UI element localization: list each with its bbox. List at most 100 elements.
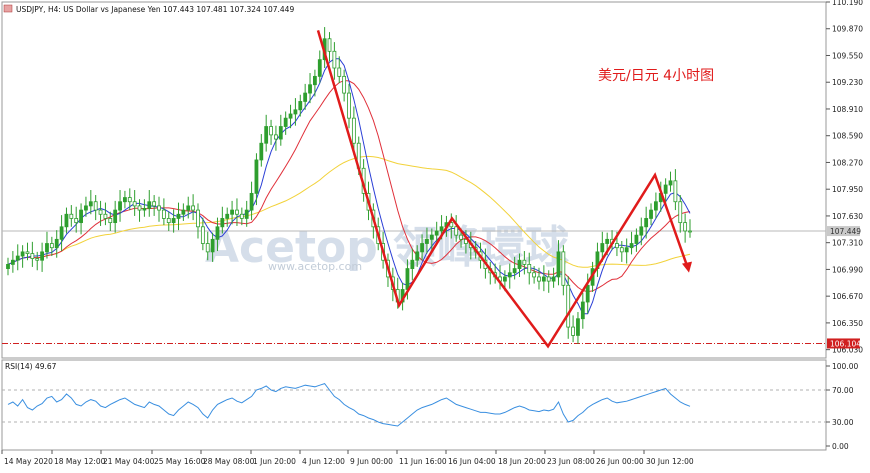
candle-body — [181, 209, 186, 215]
candle-body — [571, 326, 575, 336]
candle-body — [191, 205, 196, 211]
candle-body — [30, 253, 35, 259]
candle-body — [45, 243, 49, 253]
candle-body — [200, 226, 205, 244]
time-tick-label: 16 Jun 04:00 — [448, 457, 496, 466]
price-tick-label: 106.350 — [832, 319, 863, 328]
candle-body — [69, 213, 74, 219]
candle-body — [220, 218, 225, 228]
candle-body — [654, 201, 658, 211]
price-tick-label: 106.990 — [832, 265, 863, 274]
candle-body — [152, 201, 157, 207]
candle-body — [196, 209, 200, 228]
time-tick-label: 18 May 12:00 — [54, 457, 106, 466]
candle-body — [176, 213, 181, 219]
candle-body — [147, 201, 152, 209]
candle-body — [347, 92, 351, 119]
candle-body — [561, 251, 566, 286]
price-axis: 110.190 109.870 109.550 109.230 108.910 108.5… — [826, 0, 863, 355]
candle-body — [127, 197, 132, 203]
rsi-tick-label: 70.00 — [832, 386, 854, 395]
rsi-label: RSI(14) 49.67 — [5, 362, 57, 371]
candle-body — [161, 209, 166, 219]
symbol-header: USDJPY, H4: US Dollar vs Japanese Yen 10… — [16, 5, 294, 14]
watermark-url: www.acetop.com — [268, 260, 362, 273]
candle-body — [415, 251, 420, 261]
support-price-label: 106.104 — [830, 339, 861, 348]
candle-body — [298, 101, 303, 111]
price-pane — [1, 1, 827, 359]
rsi-tick-label: 0.00 — [832, 442, 849, 451]
rsi-tick-label: 100.00 — [832, 362, 858, 371]
time-tick-label: 4 Jun 12:00 — [302, 457, 345, 466]
candle-body — [410, 259, 415, 269]
price-tick-label: 109.230 — [832, 78, 863, 87]
candle-body — [619, 247, 624, 253]
candle-body — [405, 268, 410, 290]
candle-body — [537, 276, 541, 282]
candle-body — [118, 201, 122, 211]
candle-body — [274, 134, 278, 140]
candle-body — [663, 184, 668, 194]
chart-svg: 110.190 109.870 109.550 109.230 108.910 108.5… — [1, 0, 863, 466]
price-tick-label: 107.950 — [832, 185, 863, 194]
candle-body — [420, 243, 424, 253]
candle-body — [502, 276, 507, 282]
candle-body — [337, 67, 342, 77]
candle-body — [668, 180, 673, 186]
candle-body — [546, 276, 551, 282]
time-tick-label: 26 Jun 00:00 — [596, 457, 644, 466]
time-tick-label: 28 May 08:00 — [203, 457, 255, 466]
candle-body — [25, 251, 30, 254]
candle-body — [556, 251, 561, 278]
candle-body — [649, 209, 653, 219]
candle-body — [683, 222, 688, 232]
candle-body — [98, 209, 103, 215]
candle-body — [54, 238, 59, 249]
candle-body — [103, 213, 108, 219]
candle-body — [278, 126, 283, 140]
candle-body — [541, 276, 546, 282]
candle-body — [40, 251, 44, 261]
rsi-tick-label: 30.00 — [832, 418, 854, 427]
candle-body — [429, 234, 434, 240]
candle-body — [264, 126, 269, 144]
candle-body — [439, 226, 444, 232]
candle-body — [254, 159, 259, 194]
candle-body — [235, 209, 239, 215]
candle-body — [425, 238, 429, 244]
candle-body — [312, 75, 317, 86]
candle-body — [137, 205, 142, 211]
candle-body — [688, 230, 692, 233]
candle-body — [210, 238, 215, 253]
candle-body — [551, 276, 556, 282]
candle-body — [205, 243, 210, 253]
time-tick-label: 30 Jun 12:00 — [646, 457, 694, 466]
candle-body — [605, 238, 610, 244]
time-tick-label: 21 May 04:00 — [103, 457, 155, 466]
candle-body — [93, 201, 98, 211]
candle-body — [230, 209, 234, 215]
candle-body — [249, 192, 254, 211]
time-tick-label: 18 Jun 20:00 — [498, 457, 546, 466]
candle-body — [171, 218, 176, 224]
candle-body — [225, 213, 230, 219]
candle-body — [434, 230, 439, 236]
candle-body — [215, 226, 220, 240]
candle-body — [517, 259, 522, 269]
candle-body — [303, 92, 308, 102]
price-tick-label: 110.190 — [832, 0, 863, 7]
candle-body — [79, 209, 83, 224]
candle-body — [566, 284, 571, 328]
candle-body — [166, 218, 171, 224]
candle-body — [585, 284, 590, 303]
candle-body — [624, 247, 629, 253]
price-tick-label: 108.590 — [832, 132, 863, 141]
candle-body — [108, 218, 113, 224]
current-price-label: 107.449 — [830, 227, 861, 236]
candle-body — [244, 209, 249, 219]
candle-body — [10, 259, 15, 265]
time-tick-label: 25 May 16:00 — [154, 457, 206, 466]
time-tick-label: 11 Jun 16:00 — [399, 457, 447, 466]
candle-body — [308, 84, 312, 94]
